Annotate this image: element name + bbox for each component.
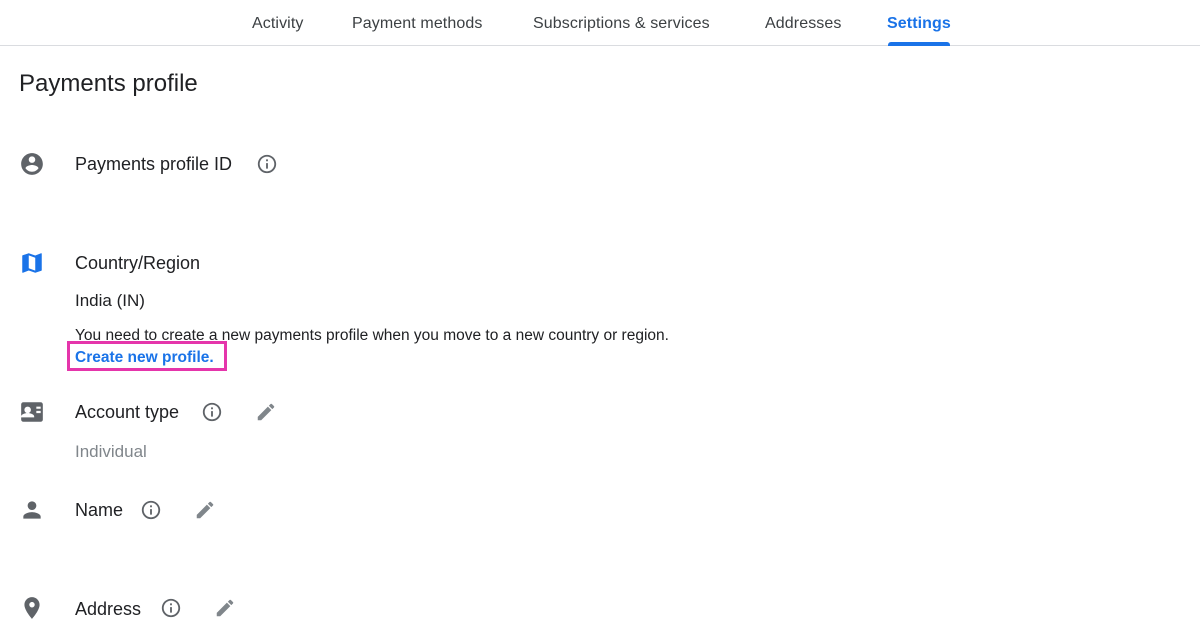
top-navigation: Activity Payment methods Subscriptions &… — [0, 0, 1200, 46]
id-card-icon — [19, 399, 45, 425]
profile-id-info-icon[interactable] — [256, 153, 278, 175]
account-type-info-icon[interactable] — [201, 401, 223, 423]
address-label: Address — [75, 599, 142, 619]
address-info-icon[interactable] — [160, 597, 182, 619]
name-edit-icon[interactable] — [194, 499, 216, 521]
tab-settings[interactable]: Settings — [887, 15, 951, 33]
account-type-edit-icon[interactable] — [255, 401, 277, 423]
active-tab-indicator — [888, 42, 950, 46]
tab-activity[interactable]: Activity — [252, 15, 303, 33]
country-value: India (IN) — [75, 291, 145, 310]
tab-payment-methods[interactable]: Payment methods — [352, 15, 482, 33]
account-type-value: Individual — [75, 442, 147, 461]
map-icon — [19, 250, 45, 276]
address-edit-icon[interactable] — [214, 597, 236, 619]
country-region-label: Country/Region — [75, 253, 201, 273]
account-type-label: Account type — [75, 402, 180, 422]
person-icon — [19, 497, 45, 523]
create-new-profile-link[interactable]: Create new profile. — [75, 349, 214, 367]
tab-addresses[interactable]: Addresses — [765, 15, 842, 33]
name-info-icon[interactable] — [140, 499, 162, 521]
name-label: Name — [75, 500, 124, 520]
page-title: Payments profile — [19, 70, 198, 97]
payments-profile-id-label: Payments profile ID — [75, 154, 233, 174]
account-circle-icon — [19, 151, 45, 177]
location-pin-icon — [19, 595, 45, 621]
tab-subscriptions-services[interactable]: Subscriptions & services — [533, 15, 710, 33]
